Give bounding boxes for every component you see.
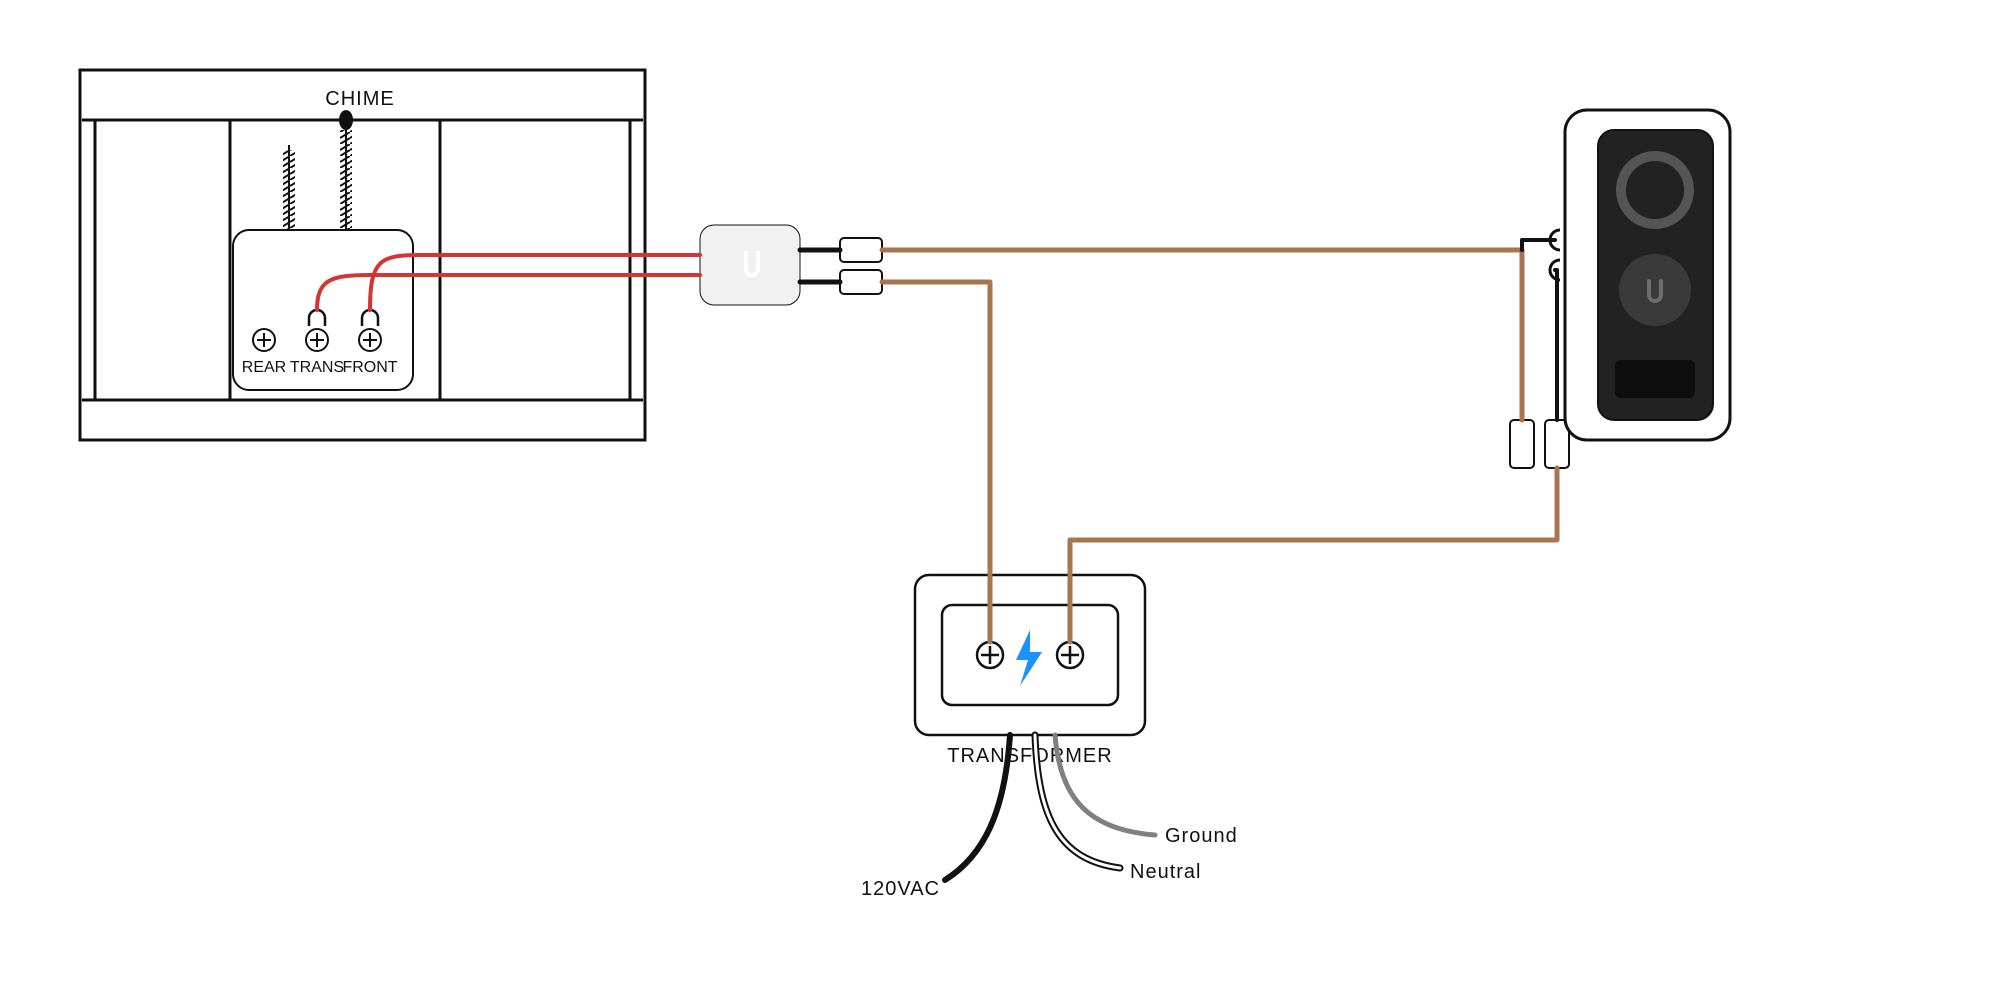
transformer-hot-label: 120VAC	[861, 878, 940, 900]
transformer-title: TRANSFORMER	[947, 745, 1112, 767]
power-adapter	[700, 225, 800, 305]
chime-terminal-rear-label: REAR	[242, 359, 286, 376]
wire-nut	[840, 270, 882, 294]
wire-nut	[840, 238, 882, 262]
chime-title: CHIME	[325, 88, 394, 110]
chime-spring-left	[283, 145, 295, 235]
chime-terminal-trans-label: TRANS	[290, 359, 344, 376]
wiring-diagram: CHIME REAR TRANS FRONT	[0, 0, 2000, 990]
wire-nut	[1510, 420, 1534, 468]
doorbell-unit	[1550, 110, 1730, 440]
transformer-unit: TRANSFORMER	[915, 575, 1145, 767]
wire-black-doorbell-2	[1555, 270, 1557, 420]
transformer-neutral-label: Neutral	[1130, 861, 1201, 883]
wire-copper-1	[882, 250, 1522, 420]
chime-terminal-front-label: FRONT	[342, 359, 397, 376]
transformer-ground-label: Ground	[1165, 825, 1238, 847]
